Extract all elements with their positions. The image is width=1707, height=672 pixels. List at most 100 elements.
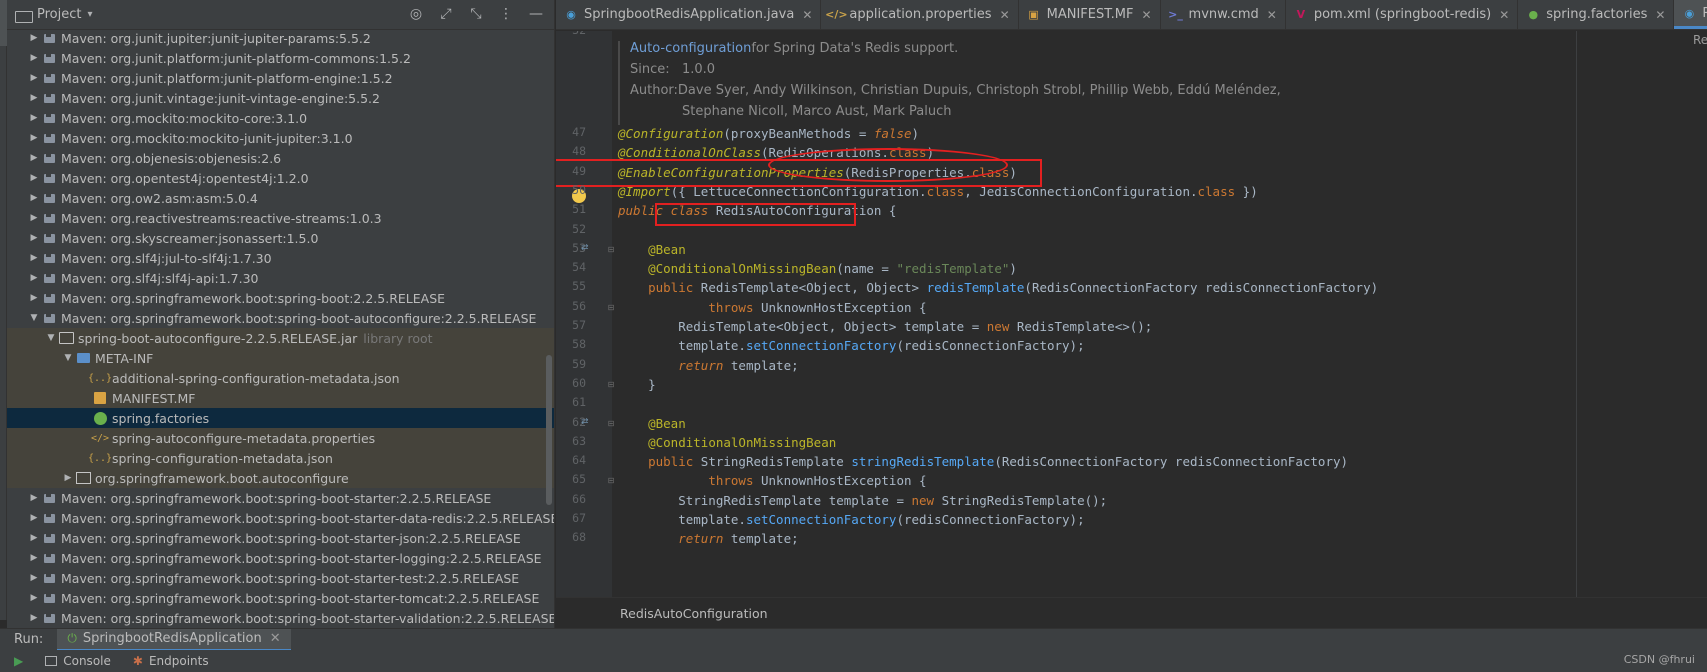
chevron-right-icon[interactable]: ▶ [27, 53, 41, 63]
editor-tab[interactable]: ◉ SpringbootRedisApplication.java ✕ [556, 0, 822, 29]
code-line[interactable]: public StringRedisTemplate stringRedisTe… [618, 452, 1348, 471]
left-tool-strip[interactable] [0, 0, 7, 620]
code-editor[interactable]: 32 Auto-configuration for Spring Data's … [556, 31, 1707, 597]
tree-item[interactable]: ▶ Maven: org.springframework.boot:spring-… [7, 548, 554, 568]
editor-tab[interactable]: ▣ MANIFEST.MF ✕ [1019, 0, 1161, 29]
close-icon[interactable]: ✕ [802, 8, 812, 22]
chevron-right-icon[interactable]: ▶ [27, 113, 41, 123]
editor-tab[interactable]: >_ mvnw.cmd ✕ [1161, 0, 1286, 29]
tree-item[interactable]: ▼ spring-boot-autoconfigure-2.2.5.RELEASE… [7, 328, 554, 348]
close-icon[interactable]: ✕ [1000, 8, 1010, 22]
tree-item[interactable]: ▶ Maven: org.springframework.boot:spring-… [7, 608, 554, 628]
chevron-right-icon[interactable]: ▶ [27, 93, 41, 103]
chevron-right-icon[interactable]: ▶ [27, 553, 41, 563]
tree-item[interactable]: ▶ Maven: org.reactivestreams:reactive-str… [7, 208, 554, 228]
fold-icon[interactable]: ⊟ [606, 303, 616, 313]
code-line[interactable]: template.setConnectionFactory(redisConne… [618, 336, 1084, 355]
fold-icon[interactable]: ⊟ [606, 245, 616, 255]
endpoints-tab[interactable]: ✱ Endpoints [133, 654, 209, 668]
tree-item[interactable]: ▼ Maven: org.springframework.boot:spring-… [7, 308, 554, 328]
code-line[interactable]: @ConditionalOnClass(RedisOperations.clas… [618, 143, 934, 162]
code-line[interactable]: return template; [618, 356, 798, 375]
tree-item[interactable]: ▶ Maven: org.junit.platform:junit-platfor… [7, 48, 554, 68]
project-panel-title[interactable]: Project [37, 7, 81, 22]
editor-tab[interactable]: ◉ RedisAutoConfigura [1674, 0, 1707, 29]
code-line[interactable]: @ConditionalOnMissingBean(name = "redisT… [618, 259, 1017, 278]
tree-item[interactable]: ▶ Maven: org.springframework.boot:spring-… [7, 568, 554, 588]
chevron-right-icon[interactable]: ▶ [27, 153, 41, 163]
tree-item[interactable]: ▶ Maven: org.slf4j:slf4j-api:1.7.30 [7, 268, 554, 288]
code-line[interactable]: } [618, 375, 656, 394]
chevron-right-icon[interactable]: ▶ [27, 233, 41, 243]
chevron-right-icon[interactable]: ▶ [27, 213, 41, 223]
code-line[interactable]: template.setConnectionFactory(redisConne… [618, 510, 1084, 529]
tree-item[interactable]: {..} spring-configuration-metadata.json [7, 448, 554, 468]
tree-item[interactable]: ▶ Maven: org.springframework.boot:spring-… [7, 508, 554, 528]
close-icon[interactable]: ✕ [1499, 8, 1509, 22]
close-icon[interactable]: ✕ [1141, 8, 1151, 22]
chevron-right-icon[interactable]: ▶ [27, 173, 41, 183]
code-line[interactable]: @Bean [618, 414, 686, 433]
code-line[interactable]: @Configuration(proxyBeanMethods = false) [618, 124, 919, 143]
tree-item[interactable]: ▶ Maven: org.objenesis:objenesis:2.6 [7, 148, 554, 168]
tree-item[interactable]: ▶ Maven: org.springframework.boot:spring-… [7, 488, 554, 508]
tree-item[interactable]: ▶ Maven: org.opentest4j:opentest4j:1.2.0 [7, 168, 554, 188]
more-options-icon[interactable]: ⋮ [498, 6, 514, 22]
code-line[interactable]: public class RedisAutoConfiguration { [618, 201, 896, 220]
tree-item[interactable]: {..} additional-spring-configuration-meta… [7, 368, 554, 388]
chevron-down-icon[interactable]: ▼ [61, 353, 75, 363]
code-line[interactable]: public RedisTemplate<Object, Object> red… [618, 278, 1378, 297]
minimize-icon[interactable]: — [528, 6, 544, 22]
tree-item[interactable]: ▶ Maven: org.ow2.asm:asm:5.0.4 [7, 188, 554, 208]
chevron-right-icon[interactable]: ▶ [27, 133, 41, 143]
locate-icon[interactable]: ◎ [408, 6, 424, 22]
code-line[interactable]: @Bean [618, 240, 686, 259]
doc-link[interactable]: Auto-configuration [630, 41, 751, 62]
tree-item[interactable]: ▶ org.springframework.boot.autoconfigure [7, 468, 554, 488]
close-icon[interactable]: ✕ [270, 631, 281, 646]
chevron-right-icon[interactable]: ▶ [27, 273, 41, 283]
tree-item[interactable]: </> spring-autoconfigure-metadata.propert… [7, 428, 554, 448]
tree-item[interactable]: MANIFEST.MF [7, 388, 554, 408]
fold-icon[interactable]: ⊟ [606, 419, 616, 429]
tree-item[interactable]: ▶ Maven: org.springframework.boot:spring-… [7, 528, 554, 548]
tree-item[interactable]: spring.factories [7, 408, 554, 428]
chevron-right-icon[interactable]: ▶ [27, 593, 41, 603]
chevron-down-icon[interactable]: ▼ [27, 313, 41, 323]
project-tool-button[interactable] [0, 0, 7, 46]
chevron-right-icon[interactable]: ▶ [27, 573, 41, 583]
rerun-icon[interactable]: ▶ [14, 654, 23, 668]
code-line[interactable]: StringRedisTemplate template = new Strin… [618, 491, 1107, 510]
tree-item[interactable]: ▶ Maven: org.slf4j:jul-to-slf4j:1.7.30 [7, 248, 554, 268]
chevron-right-icon[interactable]: ▶ [27, 533, 41, 543]
chevron-right-icon[interactable]: ▶ [27, 73, 41, 83]
chevron-down-icon[interactable]: ▼ [44, 333, 58, 343]
code-line[interactable]: @Import({ LettuceConnectionConfiguration… [618, 182, 1258, 201]
bean-gutter-icon[interactable]: ⇄ [581, 243, 593, 255]
breadcrumb-class[interactable]: RedisAutoConfiguration [620, 606, 768, 621]
code-line[interactable]: @ConditionalOnMissingBean [618, 433, 836, 452]
chevron-right-icon[interactable]: ▶ [27, 193, 41, 203]
editor-tab[interactable]: </> application.properties ✕ [821, 0, 1019, 29]
tree-item[interactable]: ▶ Maven: org.junit.jupiter:junit-jupiter-… [7, 28, 554, 48]
tree-item[interactable]: ▶ Maven: org.skyscreamer:jsonassert:1.5.0 [7, 228, 554, 248]
chevron-right-icon[interactable]: ▶ [27, 613, 41, 623]
console-tab[interactable]: Console [45, 654, 111, 668]
bean-gutter-icon[interactable]: ⇄ [581, 417, 593, 429]
chevron-right-icon[interactable]: ▶ [27, 253, 41, 263]
code-line[interactable]: throws UnknownHostException { [618, 471, 926, 490]
chevron-right-icon[interactable]: ▶ [27, 513, 41, 523]
tree-item[interactable]: ▼ META-INF [7, 348, 554, 368]
chevron-right-icon[interactable]: ▶ [27, 493, 41, 503]
tree-item[interactable]: ▶ Maven: org.mockito:mockito-junit-jupite… [7, 128, 554, 148]
code-line[interactable]: @EnableConfigurationProperties(RedisProp… [618, 163, 1017, 182]
tree-item[interactable]: ▶ Maven: org.springframework.boot:spring-… [7, 288, 554, 308]
code-line[interactable]: RedisTemplate<Object, Object> template =… [618, 317, 1152, 336]
tree-item[interactable]: ▶ Maven: org.junit.platform:junit-platfor… [7, 68, 554, 88]
tree-item[interactable]: ▶ Maven: org.springframework.boot:spring-… [7, 588, 554, 608]
fold-icon[interactable]: ⊟ [606, 476, 616, 486]
tree-scrollbar[interactable] [546, 355, 552, 505]
chevron-right-icon[interactable]: ▶ [61, 473, 75, 483]
code-line[interactable]: throws UnknownHostException { [618, 298, 926, 317]
fold-icon[interactable]: ⊟ [606, 380, 616, 390]
